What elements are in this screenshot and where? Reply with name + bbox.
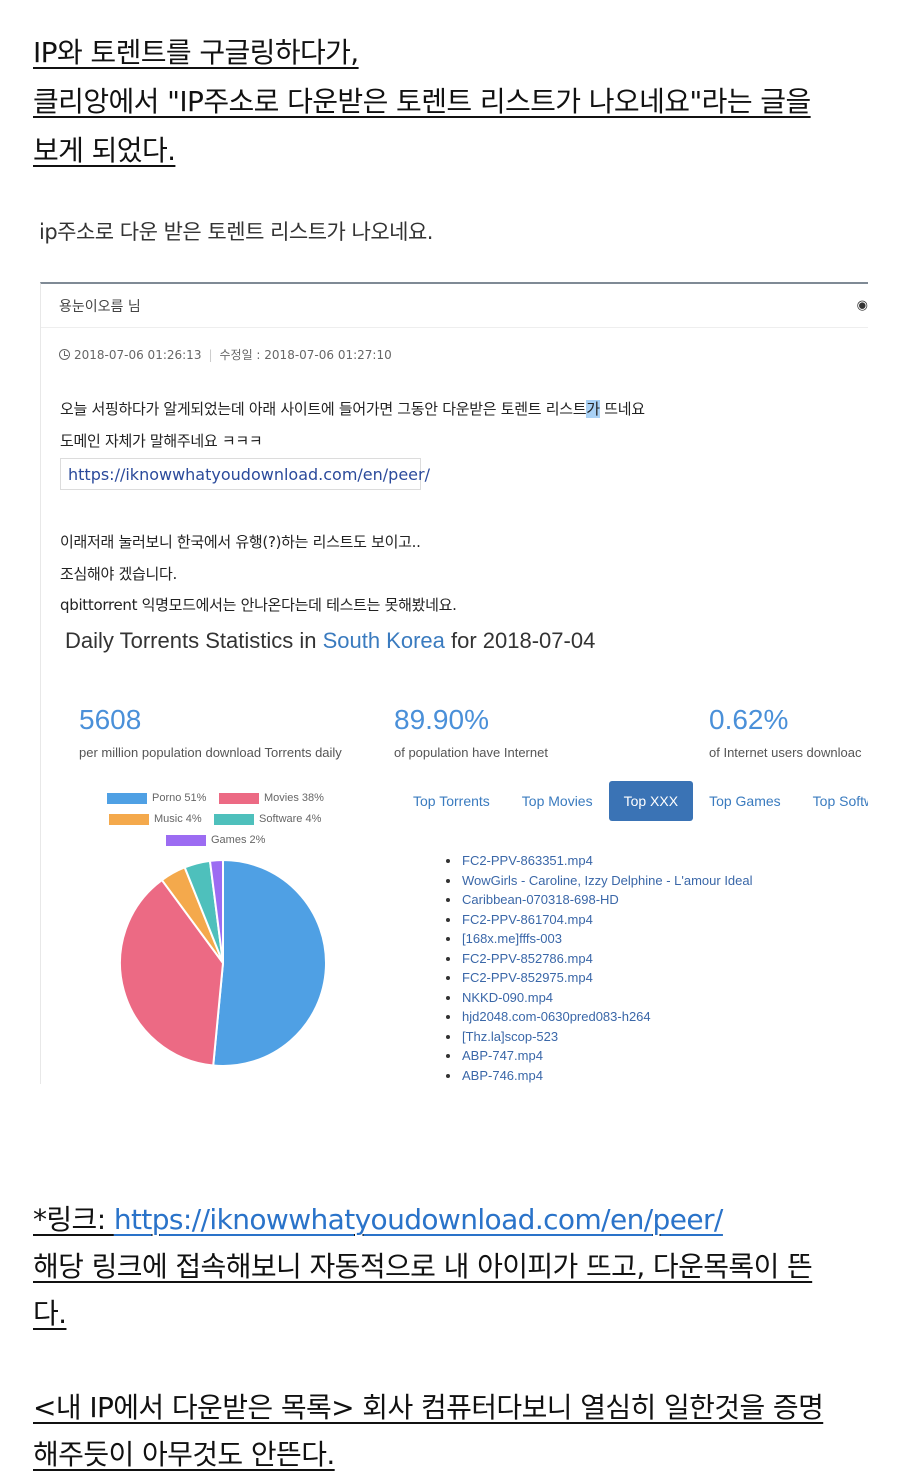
torrent-item[interactable]: [Thz.la]scop-523	[446, 1027, 753, 1047]
legend-swatch	[219, 792, 259, 804]
stats-title-text: Daily Torrents Statistics in	[65, 628, 323, 653]
post-paragraph: 조심해야 겠습니다.	[60, 565, 177, 583]
post-paragraph: 도메인 자체가 말해주네요 ㅋㅋㅋ	[60, 432, 263, 450]
category-tabs: Top Torrents Top Movies Top XXX Top Game…	[397, 781, 868, 821]
tab-top-movies[interactable]: Top Movies	[506, 781, 609, 821]
torrent-list: FC2-PPV-863351.mp4 WowGirls - Caroline, …	[446, 851, 753, 1084]
category-pie-chart	[119, 858, 327, 1067]
country-link[interactable]: South Korea	[323, 628, 445, 653]
torrent-item[interactable]: FC2-PPV-863351.mp4	[446, 851, 753, 871]
legend-item: Software 4%	[214, 813, 321, 825]
forum-post-card: 용눈이오름 님 ◉ 2018-07-06 01:26:13 | 수정일 : 20…	[40, 282, 868, 1084]
intro-line: 보게 되었다.	[33, 134, 176, 167]
legend-swatch	[109, 813, 149, 825]
stat-value: 0.62%	[709, 704, 789, 735]
intro-line: 클리앙에서 "IP주소로 다운받은 토렌트 리스트가 나오네요"라는 글을	[33, 85, 811, 118]
tab-top-xxx[interactable]: Top XXX	[608, 781, 694, 821]
legend-label: Games 2%	[211, 834, 266, 846]
legend-item: Music 4%	[109, 813, 202, 825]
torrent-item[interactable]: hjd2048.com-0630pred083-h264	[446, 1007, 753, 1027]
legend-swatch	[214, 813, 254, 825]
torrent-item[interactable]: FC2-PPV-861704.mp4	[446, 910, 753, 930]
intro-paragraph: IP와 토렌트를 구글링하다가, 클리앙에서 "IP주소로 다운받은 토렌트 리…	[33, 28, 873, 175]
post-paragraph: 이래저래 눌러보니 한국에서 유행(?)하는 리스트도 보이고..	[60, 533, 421, 551]
torrent-item[interactable]: FC2-PPV-852786.mp4	[446, 949, 753, 969]
legend-item: Porno 51%	[107, 792, 206, 804]
outro-line: 해당 링크에 접속해보니 자동적으로 내 아이피가 뜨고, 다운목록이 뜬	[33, 1250, 813, 1283]
legend-item: Movies 38%	[219, 792, 324, 804]
tab-top-software[interactable]: Top Softwa	[797, 781, 868, 821]
outro-line: 해주듯이 아무것도 안뜬다.	[33, 1438, 335, 1471]
stat-label: of population have Internet	[394, 745, 548, 760]
outro-link[interactable]: https://iknowwhatyoudownload.com/en/peer…	[114, 1203, 723, 1236]
post-paragraph: qbittorrent 익명모드에서는 안나온다는데 테스트는 못해봤네요.	[60, 596, 457, 614]
stat-value: 5608	[79, 704, 142, 735]
pie-slice-porno	[212, 858, 327, 1067]
legend-label: Software 4%	[259, 813, 322, 825]
post-paragraph: 오늘 서핑하다가 알게되었는데 아래 사이트에 들어가면 그동안 다운받은 토렌…	[60, 398, 645, 419]
torrent-item[interactable]: WowGirls - Caroline, Izzy Delphine - L'a…	[446, 871, 753, 891]
outro-paragraph: *링크: https://iknowwhatyoudownload.com/en…	[33, 1196, 873, 1478]
outro-line: *링크: https://iknowwhatyoudownload.com/en…	[33, 1196, 873, 1243]
modified-date: 수정일 : 2018-07-06 01:27:10	[219, 348, 392, 362]
tab-top-torrents[interactable]: Top Torrents	[397, 781, 506, 821]
stat-value: 89.90%	[394, 704, 489, 735]
torrent-item[interactable]: ABP-747.mp4	[446, 1046, 753, 1066]
torrent-item[interactable]: [168x.me]fffs-003	[446, 929, 753, 949]
created-date: 2018-07-06 01:26:13	[74, 347, 202, 362]
torrent-item[interactable]: FC2-PPV-852975.mp4	[446, 968, 753, 988]
post-header: 용눈이오름 님	[41, 284, 868, 328]
legend-swatch	[107, 792, 147, 804]
stat-label: per million population download Torrents…	[79, 745, 342, 760]
author-name[interactable]: 용눈이오름 님	[59, 296, 141, 316]
post-meta: 2018-07-06 01:26:13 | 수정일 : 2018-07-06 0…	[59, 346, 392, 363]
outro-line: 다.	[33, 1297, 67, 1330]
torrent-item[interactable]: ABP-746.mp4	[446, 1066, 753, 1085]
meta-divider: |	[208, 347, 213, 362]
torrent-item[interactable]: Caribbean-070318-698-HD	[446, 890, 753, 910]
outro-line: <내 IP에서 다운받은 목록> 회사 컴퓨터다보니 열심히 일한것을 증명	[33, 1391, 824, 1424]
link-prefix: *링크:	[33, 1203, 114, 1236]
quoted-post-title: ip주소로 다운 받은 토렌트 리스트가 나오네요.	[39, 220, 433, 244]
eye-icon: ◉	[856, 298, 868, 313]
stats-title: Daily Torrents Statistics in South Korea…	[65, 628, 595, 654]
legend-label: Music 4%	[154, 813, 202, 825]
post-text: 뜨네요	[599, 400, 645, 418]
intro-line: IP와 토렌트를 구글링하다가,	[33, 36, 359, 69]
post-link[interactable]: https://iknowwhatyoudownload.com/en/peer…	[60, 458, 430, 490]
legend-label: Movies 38%	[264, 792, 324, 804]
stat-label: of Internet users downloac	[709, 745, 862, 760]
tab-top-games[interactable]: Top Games	[693, 781, 797, 821]
legend-item: Games 2%	[166, 834, 265, 846]
legend-label: Porno 51%	[152, 792, 207, 804]
torrent-item[interactable]: NKKD-090.mp4	[446, 988, 753, 1008]
post-text: 오늘 서핑하다가 알게되었는데 아래 사이트에 들어가면 그동안 다운받은 토렌…	[60, 400, 587, 418]
clock-icon	[59, 349, 70, 360]
legend-swatch	[166, 834, 206, 846]
stats-title-text: for 2018-07-04	[444, 628, 596, 653]
text-selection-highlight: 가	[586, 400, 600, 418]
